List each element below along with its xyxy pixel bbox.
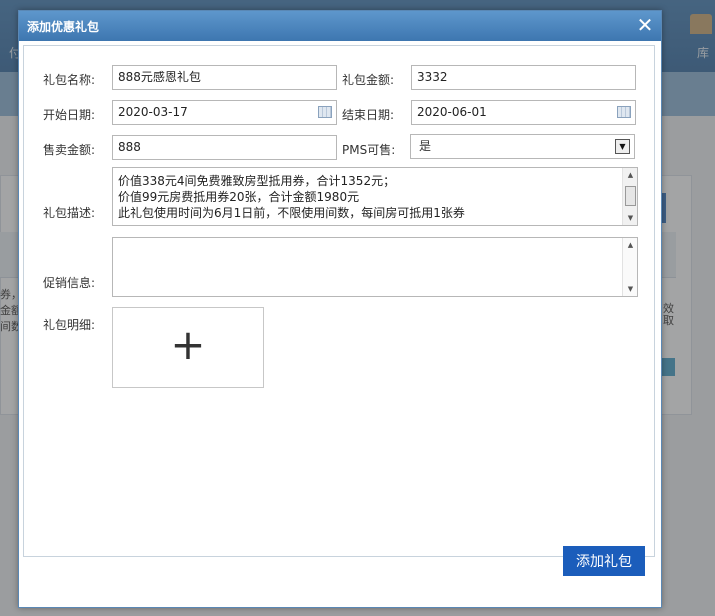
dialog-titlebar: 添加优惠礼包 ✕	[19, 11, 661, 41]
chevron-down-icon[interactable]: ▼	[615, 139, 630, 154]
end-date-input[interactable]: 2020-06-01	[411, 100, 636, 125]
plus-icon: +	[170, 320, 206, 369]
package-amount-input[interactable]: 3332	[411, 65, 636, 90]
package-amount-label: 礼包金额:	[342, 73, 395, 87]
end-date-label: 结束日期:	[342, 108, 395, 122]
calendar-icon[interactable]	[318, 106, 332, 118]
start-date-input[interactable]: 2020-03-17	[112, 100, 337, 125]
description-scrollbar[interactable]: ▲ ▼	[622, 168, 637, 225]
promotion-scrollbar[interactable]: ▲ ▼	[622, 238, 637, 296]
add-gift-package-dialog: 添加优惠礼包 ✕ 礼包名称: 888元感恩礼包 礼包金额: 3332 开始日期:…	[18, 10, 662, 608]
sale-amount-input[interactable]: 888	[112, 135, 337, 160]
package-name-input[interactable]: 888元感恩礼包	[112, 65, 337, 90]
add-package-detail-button[interactable]: +	[112, 307, 264, 388]
scroll-up-icon[interactable]: ▲	[623, 168, 637, 182]
pms-sellable-select[interactable]: 是 ▼	[410, 134, 635, 159]
dialog-body: 礼包名称: 888元感恩礼包 礼包金额: 3332 开始日期: 2020-03-…	[23, 45, 655, 576]
description-line: 价值99元房费抵用券20张，合计金额1980元	[118, 190, 360, 204]
scroll-up-icon[interactable]: ▲	[623, 238, 637, 252]
pms-sellable-label: PMS可售:	[342, 143, 396, 157]
scroll-down-icon[interactable]: ▼	[623, 211, 637, 225]
package-detail-label: 礼包明细:	[43, 318, 96, 332]
calendar-icon[interactable]	[617, 106, 631, 118]
start-date-label: 开始日期:	[43, 108, 96, 122]
dialog-title: 添加优惠礼包	[27, 20, 100, 34]
end-date-value: 2020-06-01	[417, 105, 487, 119]
package-description-label: 礼包描述:	[43, 206, 96, 220]
scroll-down-icon[interactable]: ▼	[623, 282, 637, 296]
sale-amount-label: 售卖金额:	[43, 143, 96, 157]
package-name-label: 礼包名称:	[43, 73, 96, 87]
promotion-info-textarea[interactable]: ▲ ▼	[112, 237, 638, 297]
close-icon[interactable]: ✕	[635, 15, 655, 35]
start-date-value: 2020-03-17	[118, 105, 188, 119]
description-line: 此礼包使用时间为6月1日前，不限使用间数，每间房可抵用1张券	[118, 206, 465, 220]
scrollbar-thumb[interactable]	[625, 186, 636, 206]
description-line: 价值338元4间免费雅致房型抵用券，合计1352元；	[118, 174, 396, 188]
promotion-info-label: 促销信息:	[43, 276, 96, 290]
pms-sellable-value: 是	[419, 139, 432, 153]
add-package-button[interactable]: 添加礼包	[563, 546, 645, 576]
package-description-textarea[interactable]: 价值338元4间免费雅致房型抵用券，合计1352元； 价值99元房费抵用券20张…	[112, 167, 638, 226]
